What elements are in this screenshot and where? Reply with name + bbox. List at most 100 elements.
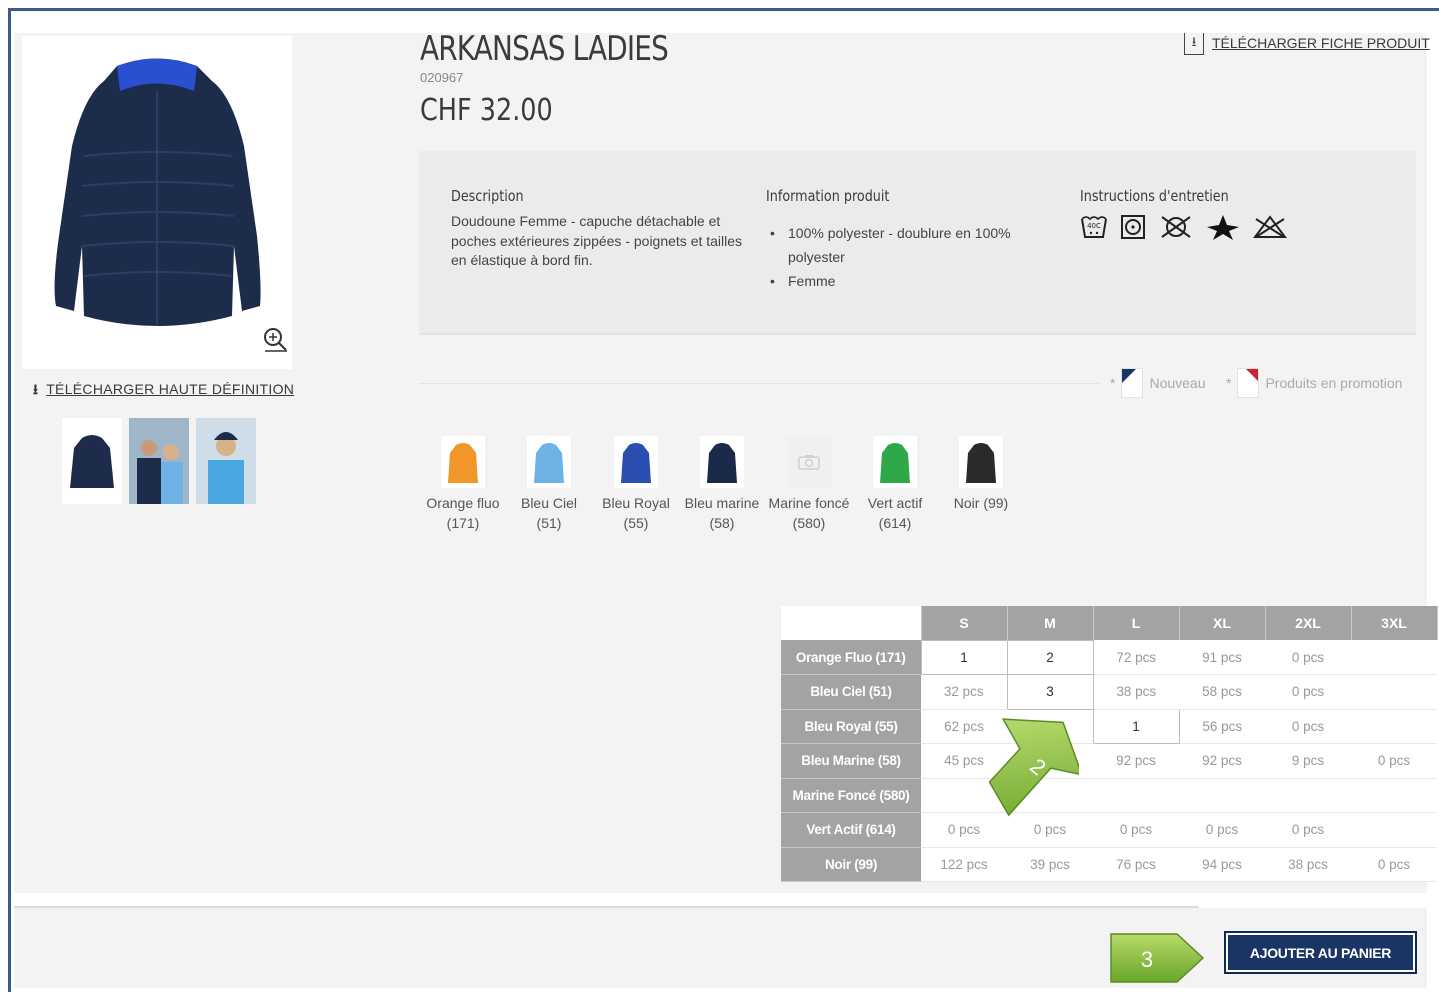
empty-cell xyxy=(1351,640,1437,675)
product-sku: 020967 xyxy=(420,70,464,85)
jacket-swatch-icon xyxy=(873,436,917,488)
thumbnail-jacket-image xyxy=(62,418,122,504)
row-color-label: Bleu Royal (55) xyxy=(781,709,921,744)
page-frame: ⭳ TÉLÉCHARGER HAUTE DÉFINITION ARKANSAS L… xyxy=(8,8,1439,992)
step-3-label: 3 xyxy=(1141,947,1153,972)
empty-cell xyxy=(1351,709,1437,744)
download-hd-link[interactable]: ⭳ TÉLÉCHARGER HAUTE DÉFINITION xyxy=(33,379,294,403)
table-row: Bleu Royal (55)62 pcss156 pcs0 pcs xyxy=(781,708,1437,744)
color-option-label: Bleu Royal (55) xyxy=(602,495,670,531)
add-to-cart-label: AJOUTER AU PANIER xyxy=(1228,935,1413,970)
thumbnail-people-image xyxy=(129,418,189,504)
quantity-input[interactable]: 1 xyxy=(920,639,1008,675)
download-icon: ⭳ xyxy=(33,381,39,397)
description-heading: Description xyxy=(451,187,524,205)
thumbnail-3[interactable] xyxy=(196,418,256,504)
step-2-marker: 2 xyxy=(988,718,1079,817)
legend-promo-label: Produits en promotion xyxy=(1265,375,1403,391)
table-row: Orange Fluo (171) 1 2 72 pcs 91 pcs 0 pcs xyxy=(781,639,1437,675)
color-option-label: Marine foncé (580) xyxy=(768,495,850,531)
color-option-label: Noir (99) xyxy=(953,495,1009,511)
color-option-dark-navy[interactable]: Marine foncé (580) xyxy=(767,436,851,533)
product-info-box: Description Doudoune Femme - capuche dét… xyxy=(419,151,1416,335)
table-row: Noir (99) 122 pcs 39 pcs 76 pcs 94 pcs 38 pcs… xyxy=(781,847,1437,882)
color-option-label: Bleu Ciel (51) xyxy=(520,495,578,531)
product-info-list: 100% polyester - doublure en 100% polyes… xyxy=(766,221,1036,293)
product-info-item: Femme xyxy=(766,269,1036,293)
size-header: L xyxy=(1093,606,1180,640)
stock-cell[interactable]: 0 pcs xyxy=(1265,812,1351,848)
stock-cell[interactable]: 0 pcs xyxy=(1093,812,1179,848)
cart-section xyxy=(14,908,1427,988)
download-product-sheet-link[interactable]: ⭳ TÉLÉCHARGER FICHE PRODUIT xyxy=(1184,33,1430,55)
care-icons: 40C xyxy=(1080,213,1288,241)
stock-cell[interactable]: 38 pcs xyxy=(1265,847,1351,882)
quantity-input[interactable]: 3 xyxy=(1006,674,1094,710)
stock-cell[interactable]: 38 pcs xyxy=(1093,674,1179,710)
table-corner xyxy=(781,606,922,640)
color-option-sky-blue[interactable]: Bleu Ciel (51) xyxy=(507,436,591,533)
new-flag-icon xyxy=(1121,368,1144,398)
wash-40c-icon: 40C xyxy=(1081,216,1107,238)
table-row: Marine Foncé (580) xyxy=(781,778,1437,813)
color-option-green[interactable]: Vert actif (614) xyxy=(853,436,937,533)
row-color-label: Bleu Marine (58) xyxy=(781,743,921,779)
quantity-input[interactable]: 2 xyxy=(1006,639,1094,675)
promo-flag-icon xyxy=(1237,368,1260,398)
legend-promo: * Produits en promotion xyxy=(1226,368,1402,398)
size-header: M xyxy=(1007,606,1094,640)
quantity-input[interactable]: 1 xyxy=(1092,708,1180,744)
download-hd-label: TÉLÉCHARGER HAUTE DÉFINITION xyxy=(46,381,295,397)
table-row: Vert Actif (614) 0 pcs 0 pcs 0 pcs 0 pcs 0 pc… xyxy=(781,812,1437,848)
stock-cell[interactable]: 72 pcs xyxy=(1093,640,1179,675)
svg-text:40C: 40C xyxy=(1087,222,1101,230)
no-dry-clean-icon xyxy=(1161,216,1191,238)
empty-cell xyxy=(1351,674,1437,710)
add-to-cart-button[interactable]: AJOUTER AU PANIER xyxy=(1224,931,1417,974)
jacket-swatch-icon xyxy=(614,436,658,488)
stock-cell[interactable]: 58 pcs xyxy=(1179,674,1265,710)
thumbnail-2[interactable] xyxy=(129,418,189,504)
stock-cell[interactable]: 0 pcs xyxy=(1351,743,1437,779)
row-color-label: Vert Actif (614) xyxy=(781,812,921,848)
color-option-royal-blue[interactable]: Bleu Royal (55) xyxy=(594,436,678,533)
jacket-swatch-icon xyxy=(441,436,485,488)
stock-cell[interactable]: 32 pcs xyxy=(921,674,1007,710)
row-color-label: Noir (99) xyxy=(781,847,921,882)
stock-cell[interactable]: 91 pcs xyxy=(1179,640,1265,675)
legend-star: * xyxy=(1226,375,1232,391)
stock-cell[interactable]: 0 pcs xyxy=(1265,709,1351,744)
stock-cell[interactable]: 0 pcs xyxy=(1179,812,1265,848)
size-header: 2XL xyxy=(1265,606,1352,640)
thumbnail-1[interactable] xyxy=(62,418,122,504)
stock-cell[interactable]: 9 pcs xyxy=(1265,743,1351,779)
stock-cell[interactable]: 0 pcs xyxy=(1265,640,1351,675)
jacket-image xyxy=(54,58,261,326)
size-header: XL xyxy=(1179,606,1266,640)
stock-cell[interactable]: 0 pcs xyxy=(1351,847,1437,882)
color-option-navy[interactable]: Bleu marine (58) xyxy=(680,436,764,533)
stock-cell[interactable]: 94 pcs xyxy=(1179,847,1265,882)
product-price: CHF 32.00 xyxy=(420,93,553,128)
legend-divider xyxy=(419,383,1099,384)
color-option-orange[interactable]: Orange fluo (171) xyxy=(421,436,505,533)
stock-cell[interactable]: 92 pcs xyxy=(1179,743,1265,779)
size-header: 3XL xyxy=(1351,606,1438,640)
jacket-swatch-icon xyxy=(959,436,1003,488)
color-option-label: Vert actif (614) xyxy=(867,495,923,531)
stock-cell[interactable]: 122 pcs xyxy=(921,847,1007,882)
size-header: S xyxy=(921,606,1008,640)
table-row: Bleu Marine (58)45 pcss92 pcs92 pcs9 pcs… xyxy=(781,743,1437,779)
stock-cell[interactable]: 39 pcs xyxy=(1007,847,1093,882)
stock-cell[interactable]: 76 pcs xyxy=(1093,847,1179,882)
stock-cell[interactable]: 56 pcs xyxy=(1179,709,1265,744)
main-product-image[interactable] xyxy=(22,36,292,369)
stock-cell[interactable]: 0 pcs xyxy=(1265,674,1351,710)
row-color-label: Bleu Ciel (51) xyxy=(781,674,921,710)
download-sheet-label: TÉLÉCHARGER FICHE PRODUIT xyxy=(1212,34,1430,51)
stock-cell[interactable]: 92 pcs xyxy=(1093,743,1179,779)
color-option-black[interactable]: Noir (99) xyxy=(939,436,1023,514)
empty-cell xyxy=(1351,812,1437,848)
step-3-marker: 3 xyxy=(1110,933,1205,983)
zoom-icon[interactable] xyxy=(262,326,288,352)
